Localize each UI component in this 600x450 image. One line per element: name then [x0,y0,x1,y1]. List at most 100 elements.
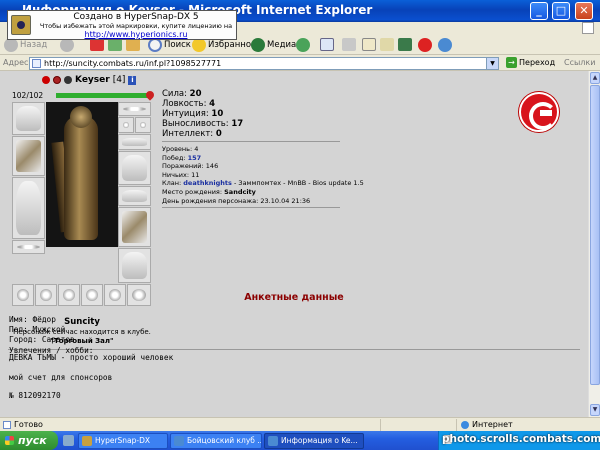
stat-value: 10 [211,109,224,119]
taskbar-item-combats[interactable]: Бойцовский клуб ... [170,433,262,449]
edit-icon [362,38,376,51]
armor-icon [16,181,41,235]
align-icon [53,76,61,84]
search-label: Поиск [164,39,191,50]
shirt-icon [122,138,147,146]
watermark-link[interactable]: http://www.hyperionics.ru [38,30,234,39]
taskbar-item-hypersnap[interactable]: HyperSnap-DX [78,433,168,449]
watermark-line-2: Чтобы избежать этой маркировки, купите л… [39,22,233,30]
stat-value: 0 [215,129,222,139]
address-bar: Адрес: http://suncity.combats.ru/inf.pl?… [0,55,600,71]
boots-slot[interactable] [118,248,151,283]
stat-label: Сила: [162,89,187,99]
belt-icon [17,245,40,249]
weapon-slot-right[interactable] [118,207,151,247]
print-button[interactable] [342,36,356,53]
scroll-up-icon[interactable]: ▲ [590,72,600,84]
media-button[interactable]: Медиа [251,36,296,53]
stat-label: Интуиция: [162,109,209,119]
go-button[interactable]: → Переход [506,57,555,68]
vertical-scrollbar[interactable]: ▲ ▼ [588,71,600,417]
start-button[interactable]: пуск [0,431,58,450]
weapon-slot-left[interactable] [12,136,45,176]
page-content: Keyser [4] i 102/102 Suncity Персонаж се… [0,71,588,417]
links-button[interactable]: Ссылки [564,58,595,67]
history-button[interactable] [296,36,310,53]
profile-name: Имя: Фёдор [9,315,56,324]
detail-birthday: День рождения персонажа: 23.10.04 21:36 [162,197,364,206]
mail-icon [320,38,334,51]
edit-button[interactable] [362,36,376,53]
taskbar-item-info[interactable]: Информация о Ke... [264,433,364,449]
media-icon [251,37,265,52]
messenger-button[interactable] [398,36,412,53]
gloves-slot[interactable] [118,151,151,185]
scroll-down-icon[interactable]: ▼ [590,404,600,416]
detail-label: Ничьих: [162,170,190,179]
stat-value: 17 [231,119,244,129]
info-icon[interactable]: i [128,75,137,85]
attack-icon[interactable] [42,76,50,84]
character-level: [4] [112,75,126,85]
detail-label: Клан: [162,179,182,188]
armor-slot[interactable] [12,177,45,239]
character-nick: Keyser [4] i [42,75,137,85]
detail-value[interactable]: 157 [188,154,202,162]
close-button[interactable]: ✕ [575,2,593,20]
stat-strength: Сила: 20 [162,89,243,99]
page-done-icon [3,421,11,429]
discuss-button[interactable] [380,36,394,53]
detail-draws: Ничьих: 11 [162,171,364,180]
hp-bar: 102/102 [12,89,156,101]
back-label: Назад [20,39,48,50]
hp-text: 102/102 [12,91,44,100]
anketa-title: Анкетные данные [244,292,344,303]
clan-icon[interactable] [64,76,72,84]
quicklaunch-desktop-icon[interactable] [63,435,74,446]
detail-birthplace: Место рождения: Sandcity [162,188,364,197]
helmet-slot[interactable] [12,102,45,135]
stat-endurance: Выносливость: 17 [162,119,243,129]
heart-icon [144,89,156,101]
detail-level: Уровень: 4 [162,145,364,154]
detail-label: День рождения персонажа: [162,196,259,205]
avatar-head [70,106,92,128]
belt-slot[interactable] [12,240,45,254]
stat-intuition: Интуиция: 10 [162,109,243,119]
ring-top-slot[interactable] [135,117,151,133]
earrings-slot[interactable] [118,102,151,116]
detail-value: 146 [205,162,219,171]
bracers-slot[interactable] [118,186,151,206]
detail-wins: Побед: 157 [162,154,364,163]
address-dropdown-icon[interactable]: ▼ [486,58,498,69]
minimize-button[interactable]: _ [530,2,548,20]
amulet-icon [123,122,129,128]
extra-button[interactable] [438,36,452,53]
crossbow-icon [122,211,147,243]
amulet-slot[interactable] [118,117,134,133]
address-url: http://suncity.combats.ru/inf.pl?1098527… [44,59,222,68]
bracers-icon [122,190,147,202]
ie-icon [268,436,278,446]
page-icon [32,59,41,68]
gloves-icon [122,155,147,181]
address-input[interactable]: http://suncity.combats.ru/inf.pl?1098527… [29,57,499,70]
detail-value: 23.10.04 21:36 [260,196,311,205]
ring-icon [140,122,146,128]
clan-emblem-icon[interactable] [519,92,559,132]
stat-label: Интеллект: [162,129,214,139]
messenger-icon [398,38,412,51]
clan-link[interactable]: deathknights [183,179,232,187]
internet-zone-icon [461,421,469,429]
detail-losses: Поражений: 146 [162,162,364,171]
mail-button[interactable] [320,36,334,53]
scroll-thumb[interactable] [590,85,600,385]
profile-gender: Пол: Мужской [9,325,66,335]
icq-button[interactable] [418,36,432,53]
camera-icon [11,15,31,35]
shirt-slot[interactable] [118,134,151,150]
profile-text: Имя: Фёдор Пол: Мужской Город: Саратов Увле… [9,315,94,356]
maximize-button[interactable]: □ [552,2,570,20]
media-label: Медиа [267,39,297,50]
go-label: Переход [519,58,556,67]
